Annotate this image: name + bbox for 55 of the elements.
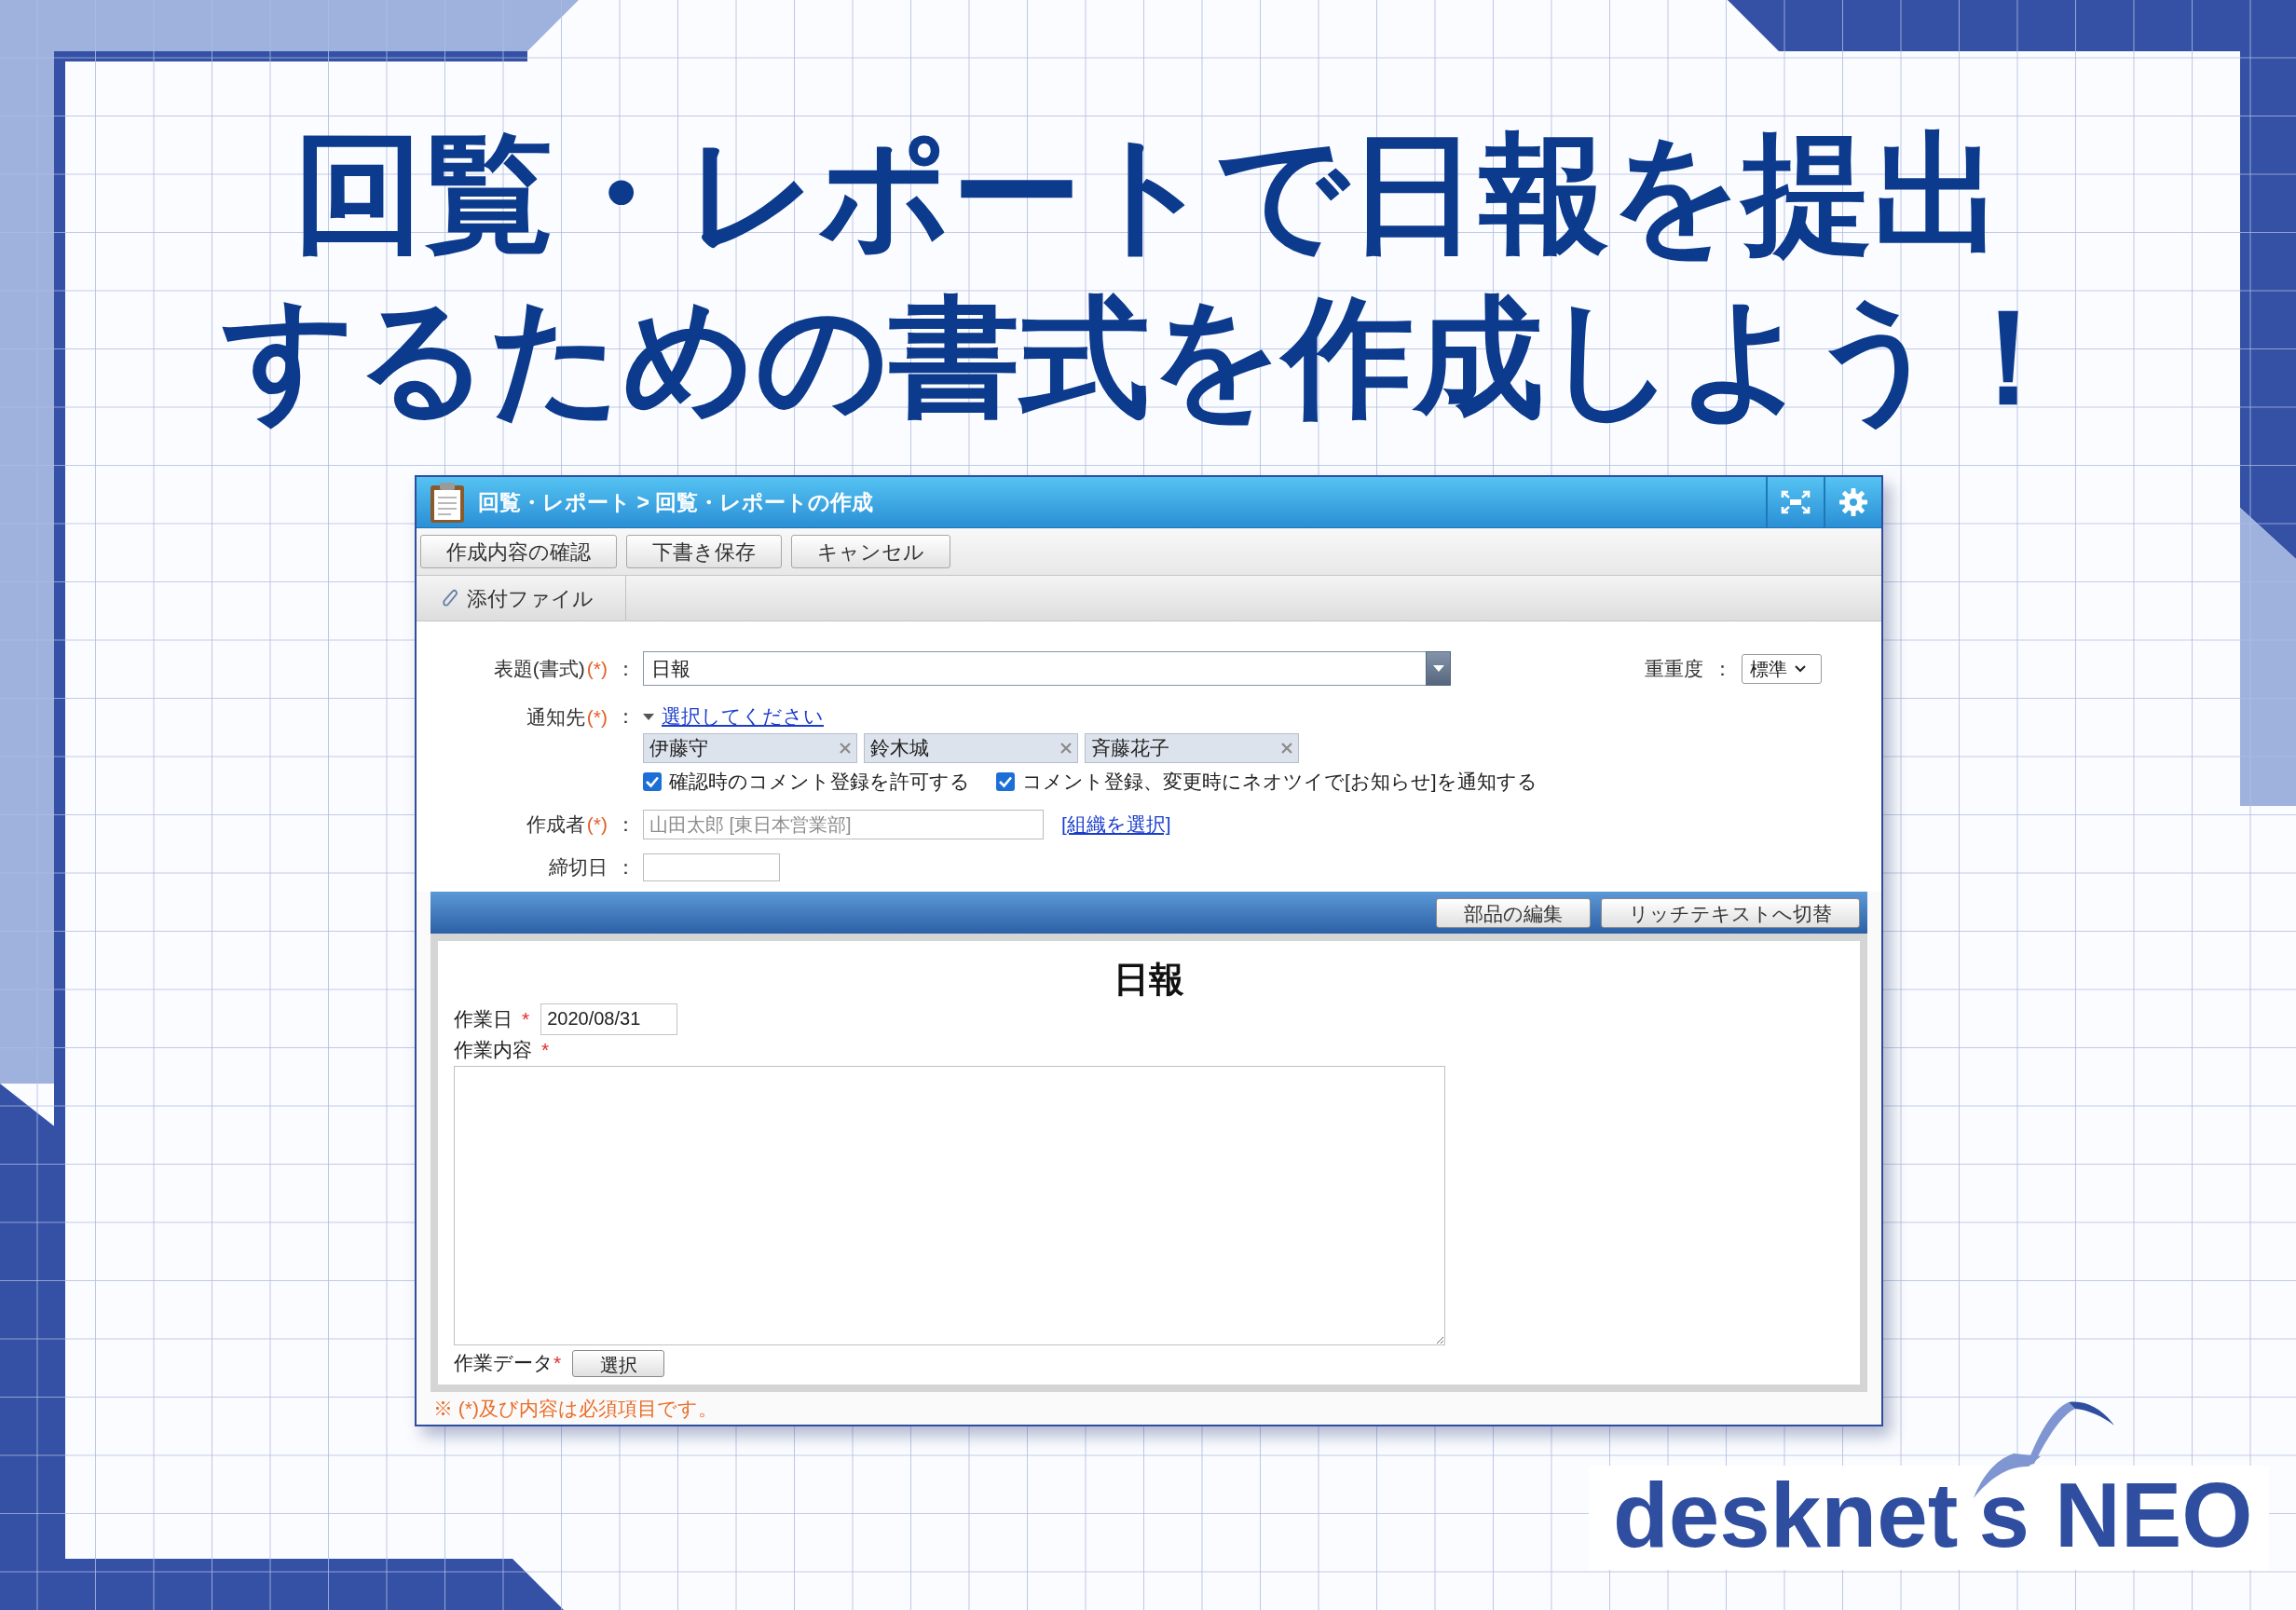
label-colon: ： — [615, 704, 636, 730]
recipient-link[interactable]: 選択してください — [662, 702, 824, 731]
field-label: 作成者 — [526, 812, 585, 838]
clipboard-icon — [430, 481, 465, 524]
recipient-chip: 伊藤守 — [643, 733, 857, 763]
toolbar-button[interactable]: キャンセル — [791, 535, 950, 568]
logo-text: s NEO — [1978, 1480, 2253, 1549]
required-mark: * — [554, 1351, 562, 1376]
required-mark: (*) — [586, 705, 608, 730]
document-title: 日報 — [1114, 959, 1184, 1001]
close-icon[interactable] — [1281, 743, 1292, 754]
date-field[interactable]: 2020/08/31 — [540, 1003, 678, 1035]
priority-select[interactable]: 標準 — [1742, 653, 1822, 684]
toolbar-button[interactable]: 下書き保存 — [626, 535, 782, 568]
attachment-tab[interactable]: 添付ファイル — [417, 576, 626, 621]
field-label: 作業内容 — [454, 1038, 532, 1063]
field-label: 通知先 — [526, 705, 585, 730]
required-mark: * — [522, 1006, 530, 1031]
label-colon: ： — [1713, 656, 1732, 681]
required-mark: (*) — [586, 812, 608, 838]
caret-icon — [1432, 665, 1444, 672]
field-label: 重重度 — [1645, 656, 1703, 681]
editor-button[interactable]: 部品の編集 — [1436, 897, 1591, 928]
checkbox-label: コメント登録、変更時にネオツイで[お知らせ]を通知する — [1022, 770, 1538, 795]
checkbox-label: 確認時のコメント登録を許可する — [669, 770, 970, 795]
required-mark: * — [541, 1038, 550, 1063]
label-colon: ： — [615, 656, 636, 681]
select-button[interactable]: 選択 — [572, 1349, 665, 1377]
caret-icon — [643, 713, 654, 720]
recipient-chip: 斉藤花子 — [1085, 733, 1299, 763]
label-colon: ： — [615, 855, 636, 880]
required-note: ※ (*)及び内容は必須項目です。 — [433, 1396, 718, 1421]
recipient-chip: 鈴木城 — [864, 733, 1078, 763]
field-label: 作業データ — [454, 1351, 554, 1376]
date-field[interactable] — [643, 853, 780, 881]
field-label: 表題(書式) — [493, 656, 585, 681]
headline: 回覧・レポートで日報を提出 するための書式を作成しよう！ — [222, 119, 2074, 432]
field-label: 作業日 — [454, 1006, 512, 1031]
dropdown-button[interactable] — [1426, 651, 1451, 686]
toolbar-button[interactable]: 作成内容の確認 — [420, 535, 617, 568]
logo-text: desknet — [1613, 1480, 1959, 1549]
required-mark: (*) — [586, 656, 608, 681]
subject-field[interactable]: 日報 — [643, 651, 1426, 686]
editor-button[interactable]: リッチテキストへ切替 — [1601, 897, 1860, 928]
textarea-field[interactable] — [454, 1066, 1445, 1345]
paperclip-icon — [441, 587, 459, 609]
close-icon[interactable] — [1060, 743, 1072, 754]
field-label: 締切日 — [549, 855, 608, 880]
chevron-icon — [1795, 664, 1806, 673]
close-icon[interactable] — [840, 743, 851, 754]
breadcrumb: 回覧・レポート > 回覧・レポートの作成 — [478, 488, 874, 516]
label-colon: ： — [615, 812, 636, 838]
checkbox[interactable] — [996, 772, 1015, 791]
expand-icon — [1781, 490, 1811, 514]
checkbox[interactable] — [643, 772, 662, 791]
